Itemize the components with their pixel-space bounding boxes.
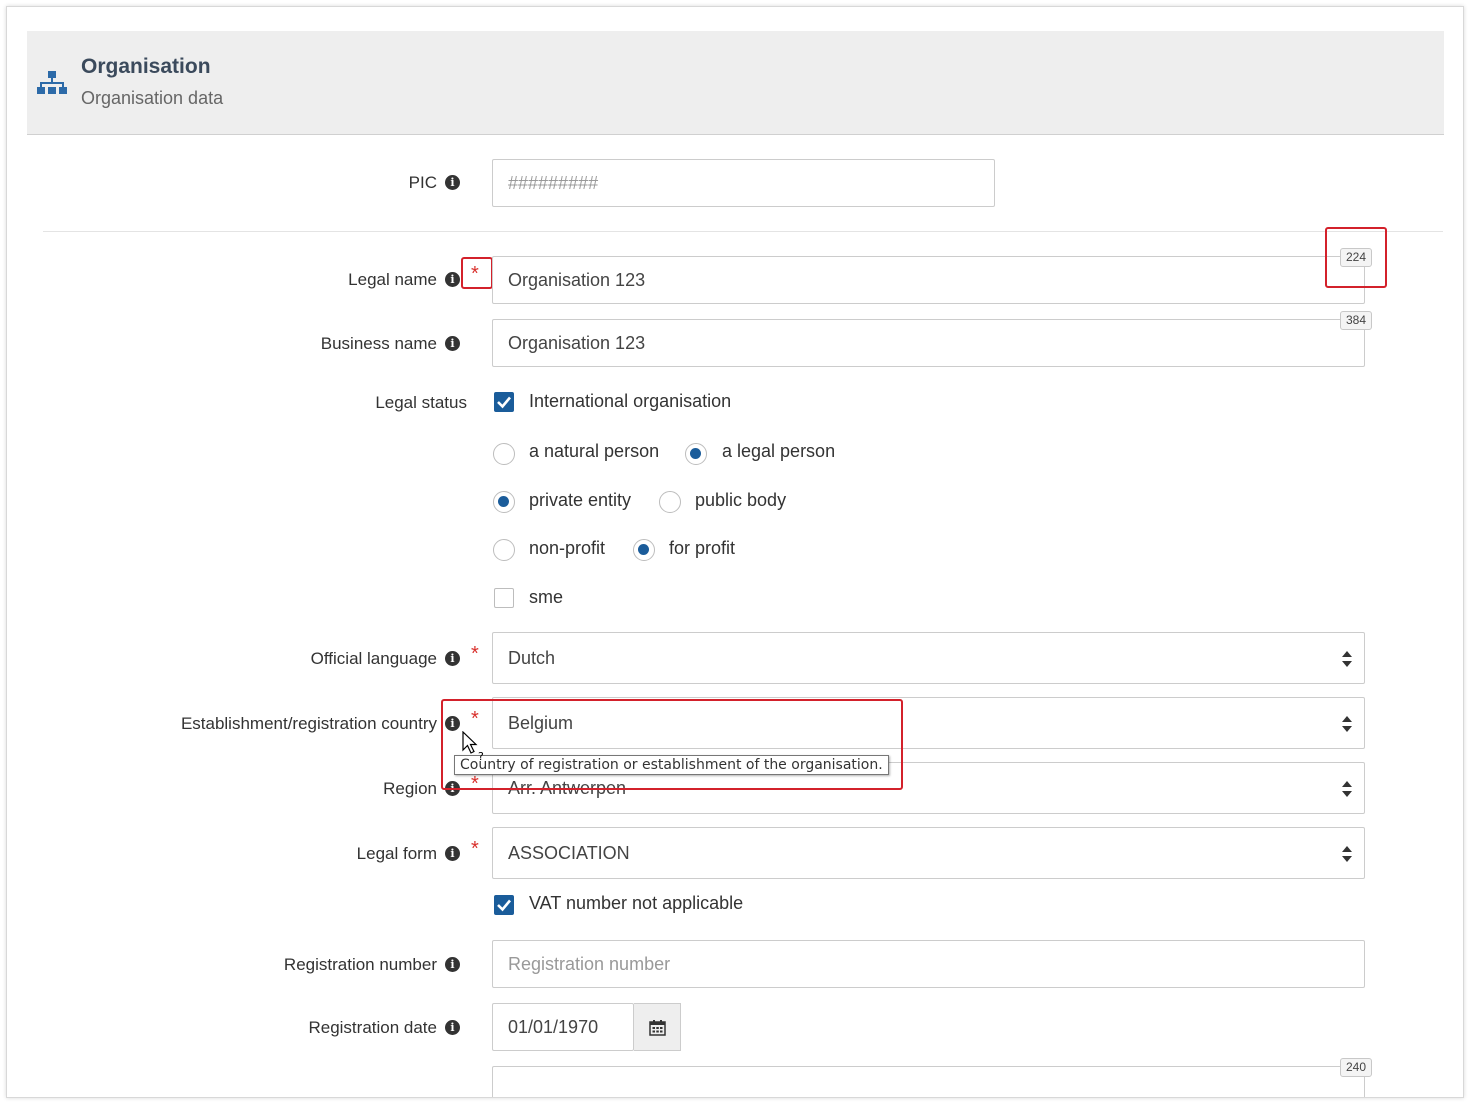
international-checkbox[interactable] [494,392,514,412]
official-language-label: Official language [310,649,437,668]
legal-person-radio[interactable] [685,443,707,465]
private-entity-label: private entity [529,490,632,510]
for-profit-label: for profit [669,538,736,558]
natural-person-radio[interactable] [493,443,515,465]
required-marker: * [471,838,479,860]
official-language-value: Dutch [508,648,556,668]
business-name-input[interactable]: Organisation 123 [492,319,1365,367]
registration-date-input[interactable]: 01/01/1970 [492,1003,634,1051]
sort-arrows-icon [1342,716,1352,732]
info-icon[interactable]: i [445,651,460,666]
sort-arrows-icon [1342,846,1352,862]
legal-status-label: Legal status [375,393,467,412]
country-label: Establishment/registration country [180,714,437,733]
pic-input[interactable]: ######### [492,159,995,207]
business-name-label: Business name [320,334,437,353]
pic-label: PIC [408,173,437,192]
legal-form-label: Legal form [356,844,437,863]
sort-arrows-icon [1342,781,1352,797]
non-profit-label: non-profit [529,538,606,558]
sme-checkbox[interactable] [494,588,514,608]
required-highlight [461,257,493,289]
region-label: Region [383,779,437,798]
panel-title: Organisation [81,55,211,78]
info-icon[interactable]: i [445,175,460,190]
public-body-label: public body [695,490,787,510]
registration-number-label: Registration number [283,955,437,974]
non-profit-radio[interactable] [493,539,515,561]
calendar-button[interactable] [634,1003,681,1051]
legal-name-input[interactable]: Organisation 123 [492,256,1365,304]
sort-arrows-icon [1342,651,1352,667]
counter-highlight [1325,227,1387,288]
required-marker: * [471,643,479,665]
country-highlight [441,699,903,790]
sme-label: sme [529,587,564,607]
legal-form-select[interactable]: ASSOCIATION [492,827,1365,879]
international-label: International organisation [529,391,732,411]
next-field-input[interactable] [492,1066,1365,1097]
natural-person-label: a natural person [529,441,660,461]
legal-person-label: a legal person [722,441,836,461]
check-icon [497,899,511,912]
registration-date-label: Registration date [308,1018,437,1037]
vat-not-applicable-label: VAT number not applicable [529,893,744,913]
info-icon[interactable]: i [445,846,460,861]
sitemap-icon [37,71,67,94]
info-icon[interactable]: i [445,336,460,351]
panel-header: Organisation Organisation data [27,31,1444,135]
info-icon[interactable]: i [445,957,460,972]
registration-number-input[interactable]: Registration number [492,940,1365,988]
vat-not-applicable-checkbox[interactable] [494,895,514,915]
char-counter: 384 [1340,311,1373,330]
private-entity-radio[interactable] [493,491,515,513]
form-frame: Organisation Organisation data PIC i ###… [6,6,1464,1098]
public-body-radio[interactable] [659,491,681,513]
calendar-icon [649,1020,666,1036]
official-language-select[interactable]: Dutch [492,632,1365,684]
char-counter: 240 [1340,1058,1373,1077]
legal-form-value: ASSOCIATION [508,843,630,863]
panel-subtitle: Organisation data [81,88,224,108]
legal-name-label: Legal name [348,270,437,289]
divider [43,231,1443,232]
for-profit-radio[interactable] [633,539,655,561]
info-icon[interactable]: i [445,1020,460,1035]
info-icon[interactable]: i [445,272,460,287]
check-icon [497,396,511,409]
